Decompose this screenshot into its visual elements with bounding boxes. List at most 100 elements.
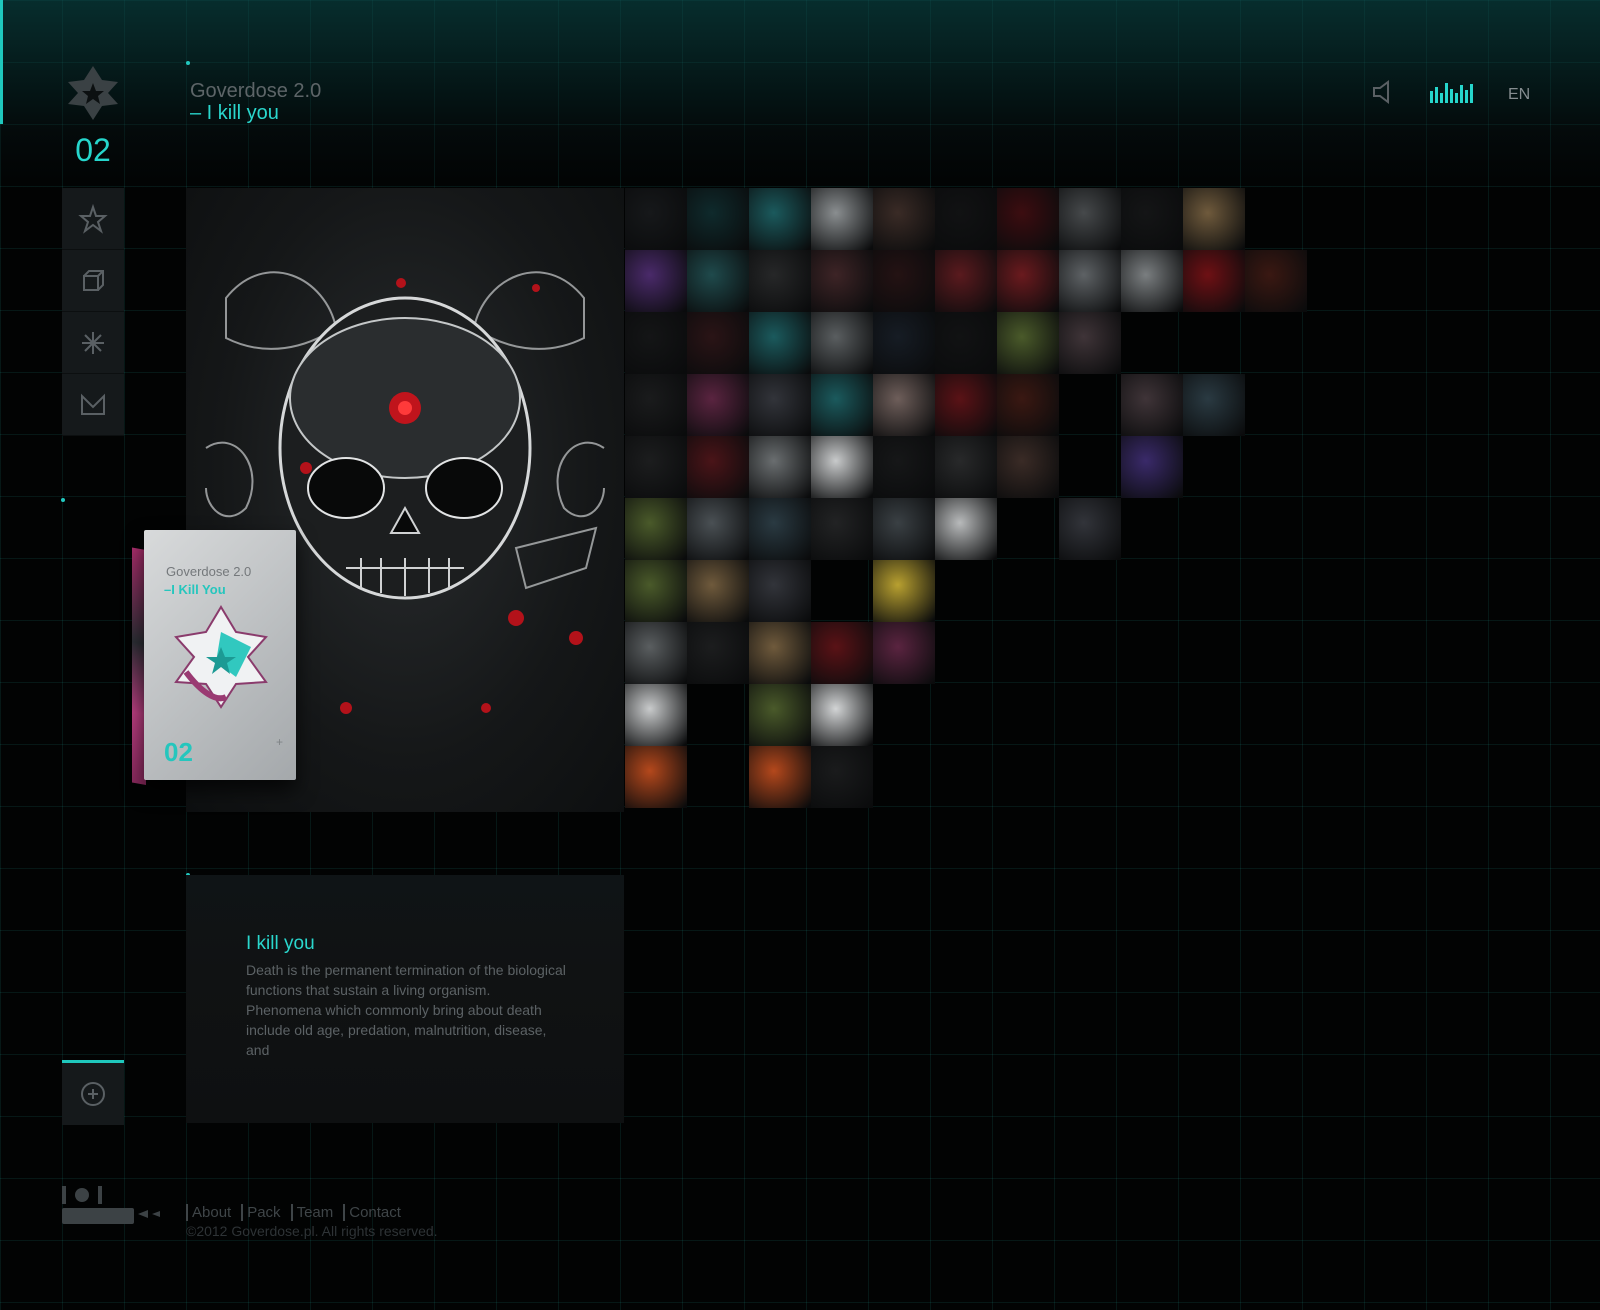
mosaic-thumbnail[interactable] bbox=[687, 560, 749, 622]
mosaic-thumbnail[interactable] bbox=[1059, 250, 1121, 312]
mosaic-thumbnail[interactable] bbox=[1121, 250, 1183, 312]
mosaic-thumbnail[interactable] bbox=[1121, 188, 1183, 250]
mosaic-thumbnail[interactable] bbox=[1121, 436, 1183, 498]
mosaic-thumbnail[interactable] bbox=[997, 374, 1059, 436]
speaker-icon bbox=[1373, 80, 1389, 104]
mosaic-thumbnail[interactable] bbox=[625, 746, 687, 808]
mosaic-thumbnail[interactable] bbox=[749, 746, 811, 808]
left-dot bbox=[61, 498, 65, 502]
mosaic-thumbnail[interactable] bbox=[935, 374, 997, 436]
equalizer-icon bbox=[1430, 83, 1473, 103]
mosaic-thumbnail[interactable] bbox=[1059, 188, 1121, 250]
burst-icon bbox=[82, 331, 104, 354]
mosaic-thumbnail[interactable] bbox=[749, 684, 811, 746]
description-title: I kill you bbox=[246, 933, 315, 954]
mosaic-thumbnail[interactable] bbox=[625, 684, 687, 746]
side-nav-burst[interactable] bbox=[62, 312, 124, 374]
mosaic-thumbnail[interactable] bbox=[687, 250, 749, 312]
mosaic-thumbnail[interactable] bbox=[687, 436, 749, 498]
mosaic-thumbnail[interactable] bbox=[749, 436, 811, 498]
mosaic-thumbnail[interactable] bbox=[749, 560, 811, 622]
mosaic-thumbnail[interactable] bbox=[811, 622, 873, 684]
album-title: Goverdose 2.0 bbox=[166, 564, 252, 579]
mosaic-thumbnail[interactable] bbox=[935, 498, 997, 560]
mosaic-thumbnail[interactable] bbox=[687, 188, 749, 250]
mosaic-thumbnail[interactable] bbox=[935, 312, 997, 374]
mosaic-thumbnail[interactable] bbox=[997, 250, 1059, 312]
mosaic-thumbnail[interactable] bbox=[749, 374, 811, 436]
mosaic-thumbnail[interactable] bbox=[935, 188, 997, 250]
mosaic-thumbnail[interactable] bbox=[687, 498, 749, 560]
album-number: 02 bbox=[164, 737, 193, 767]
mosaic-thumbnail[interactable] bbox=[811, 250, 873, 312]
mosaic-thumbnail[interactable] bbox=[749, 250, 811, 312]
footer-link-pack[interactable]: Pack bbox=[241, 1204, 281, 1221]
mosaic-thumbnail[interactable] bbox=[687, 312, 749, 374]
mosaic-thumbnail[interactable] bbox=[811, 312, 873, 374]
mosaic-thumbnail[interactable] bbox=[873, 498, 935, 560]
mosaic-thumbnail[interactable] bbox=[625, 374, 687, 436]
sound-button[interactable] bbox=[1368, 78, 1396, 111]
mosaic-thumbnail[interactable] bbox=[1183, 250, 1245, 312]
mosaic-thumbnail[interactable] bbox=[625, 188, 687, 250]
side-nav-mail[interactable] bbox=[62, 374, 124, 436]
footer-link-team[interactable]: Team bbox=[290, 1204, 333, 1221]
album-emblem-icon bbox=[174, 605, 268, 709]
mosaic-thumbnail[interactable] bbox=[811, 188, 873, 250]
mosaic-thumbnail[interactable] bbox=[935, 250, 997, 312]
add-control bbox=[62, 1060, 124, 1125]
footer-link-contact[interactable]: Contact bbox=[343, 1204, 401, 1221]
footer-link-about[interactable]: About bbox=[186, 1204, 231, 1221]
mosaic-thumbnail[interactable] bbox=[811, 374, 873, 436]
logo-mark-icon[interactable] bbox=[62, 62, 124, 124]
mosaic-thumbnail[interactable] bbox=[625, 436, 687, 498]
mosaic-thumbnail[interactable] bbox=[873, 312, 935, 374]
cube-icon bbox=[83, 269, 104, 291]
mosaic-thumbnail[interactable] bbox=[625, 312, 687, 374]
mosaic-thumbnail[interactable] bbox=[997, 312, 1059, 374]
mosaic-thumbnail[interactable] bbox=[749, 498, 811, 560]
language-switch[interactable]: EN bbox=[1508, 86, 1530, 104]
mosaic-thumbnail[interactable] bbox=[749, 312, 811, 374]
copyright: ©2012 Goverdose.pl. All rights reserved. bbox=[186, 1223, 438, 1239]
equalizer-button[interactable] bbox=[1430, 81, 1474, 108]
mosaic-thumbnail[interactable] bbox=[749, 622, 811, 684]
mosaic-thumbnail[interactable] bbox=[625, 560, 687, 622]
side-nav-star[interactable] bbox=[62, 188, 124, 250]
top-left-accent-bar bbox=[0, 0, 3, 124]
side-nav bbox=[62, 188, 124, 436]
mosaic-thumbnail[interactable] bbox=[811, 498, 873, 560]
mosaic-thumbnail[interactable] bbox=[873, 436, 935, 498]
mosaic-thumbnail[interactable] bbox=[625, 498, 687, 560]
mosaic-thumbnail[interactable] bbox=[625, 622, 687, 684]
mosaic-thumbnail[interactable] bbox=[873, 560, 935, 622]
mosaic-thumbnail[interactable] bbox=[873, 250, 935, 312]
mosaic-thumbnail[interactable] bbox=[873, 374, 935, 436]
album-subtitle: –I Kill You bbox=[164, 582, 226, 597]
mosaic-thumbnail[interactable] bbox=[873, 188, 935, 250]
mosaic-thumbnail[interactable] bbox=[997, 436, 1059, 498]
mosaic-thumbnail[interactable] bbox=[1245, 250, 1307, 312]
mosaic-thumbnail[interactable] bbox=[1059, 498, 1121, 560]
add-button[interactable] bbox=[62, 1063, 124, 1125]
side-nav-cube[interactable] bbox=[62, 250, 124, 312]
mosaic-thumbnail[interactable] bbox=[811, 746, 873, 808]
album-cover[interactable]: Goverdose 2.0 –I Kill You 02 + bbox=[132, 530, 297, 785]
mosaic-thumbnail[interactable] bbox=[873, 622, 935, 684]
mosaic-thumbnail[interactable] bbox=[997, 188, 1059, 250]
mosaic-thumbnail[interactable] bbox=[1121, 374, 1183, 436]
mosaic-thumbnail[interactable] bbox=[811, 684, 873, 746]
footer-logo-icon[interactable] bbox=[62, 1186, 172, 1230]
mosaic-thumbnail[interactable] bbox=[687, 374, 749, 436]
mosaic-thumbnail[interactable] bbox=[1059, 312, 1121, 374]
album-front: Goverdose 2.0 –I Kill You 02 + bbox=[144, 530, 296, 780]
page-subtitle: – I kill you bbox=[190, 102, 279, 124]
mosaic-thumbnail[interactable] bbox=[811, 436, 873, 498]
mosaic-thumbnail[interactable] bbox=[935, 436, 997, 498]
mosaic-thumbnail[interactable] bbox=[749, 188, 811, 250]
mosaic-thumbnail[interactable] bbox=[1183, 374, 1245, 436]
mosaic-thumbnail[interactable] bbox=[687, 622, 749, 684]
mosaic-thumbnail[interactable] bbox=[1183, 188, 1245, 250]
mosaic-thumbnail[interactable] bbox=[625, 250, 687, 312]
mail-icon bbox=[81, 393, 105, 415]
